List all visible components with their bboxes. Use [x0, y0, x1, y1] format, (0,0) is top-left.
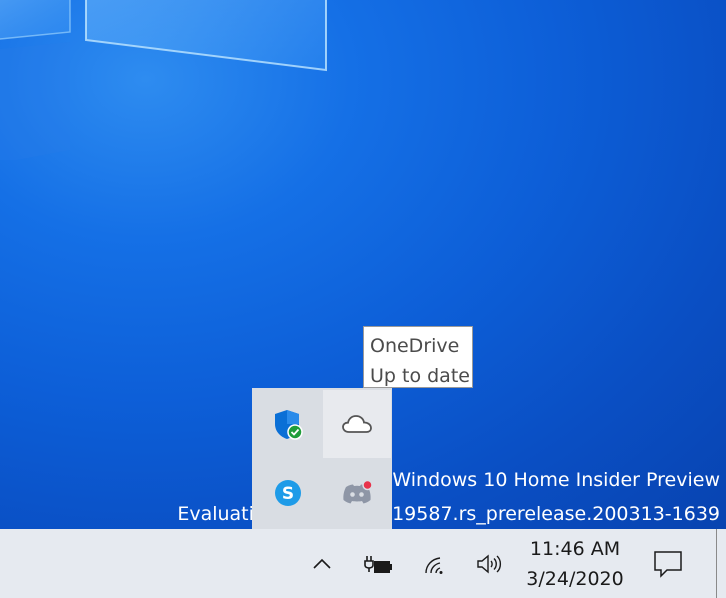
tray-item-skype[interactable]: S	[254, 459, 322, 527]
clock-date: 3/24/2020	[526, 567, 624, 590]
wifi-icon	[425, 556, 443, 574]
svg-text:S: S	[282, 484, 294, 504]
power-tray-button[interactable]	[358, 529, 398, 598]
battery-plugged-icon	[364, 555, 392, 573]
skype-icon: S	[275, 480, 301, 506]
windows-security-icon	[275, 410, 303, 440]
onedrive-cloud-icon	[342, 415, 372, 433]
show-hidden-icons-button[interactable]	[306, 529, 338, 598]
clock-time: 11:46 AM	[529, 537, 621, 560]
tray-item-onedrive[interactable]	[323, 390, 391, 458]
taskbar-clock[interactable]: 11:46 AM 3/24/2020	[520, 529, 630, 598]
taskbar: 11:46 AM 3/24/2020	[0, 529, 726, 598]
discord-icon	[343, 480, 373, 504]
windows-logo-wallpaper	[0, 0, 327, 160]
onedrive-tooltip: OneDrive Up to date	[363, 326, 473, 388]
tray-item-discord[interactable]	[323, 459, 391, 527]
tooltip-title: OneDrive	[370, 335, 460, 357]
notification-icon	[654, 550, 682, 578]
chevron-up-icon	[313, 558, 331, 569]
volume-tray-button[interactable]	[470, 529, 510, 598]
tray-item-windows-security[interactable]	[254, 390, 322, 458]
hidden-icons-flyout: S	[252, 388, 392, 529]
speaker-volume-icon	[477, 554, 502, 573]
action-center-button[interactable]	[646, 529, 690, 598]
watermark-edition: Windows 10 Home Insider Preview	[392, 469, 720, 491]
network-tray-button[interactable]	[418, 529, 454, 598]
show-desktop-button[interactable]	[716, 529, 717, 598]
tooltip-status: Up to date	[370, 365, 470, 387]
